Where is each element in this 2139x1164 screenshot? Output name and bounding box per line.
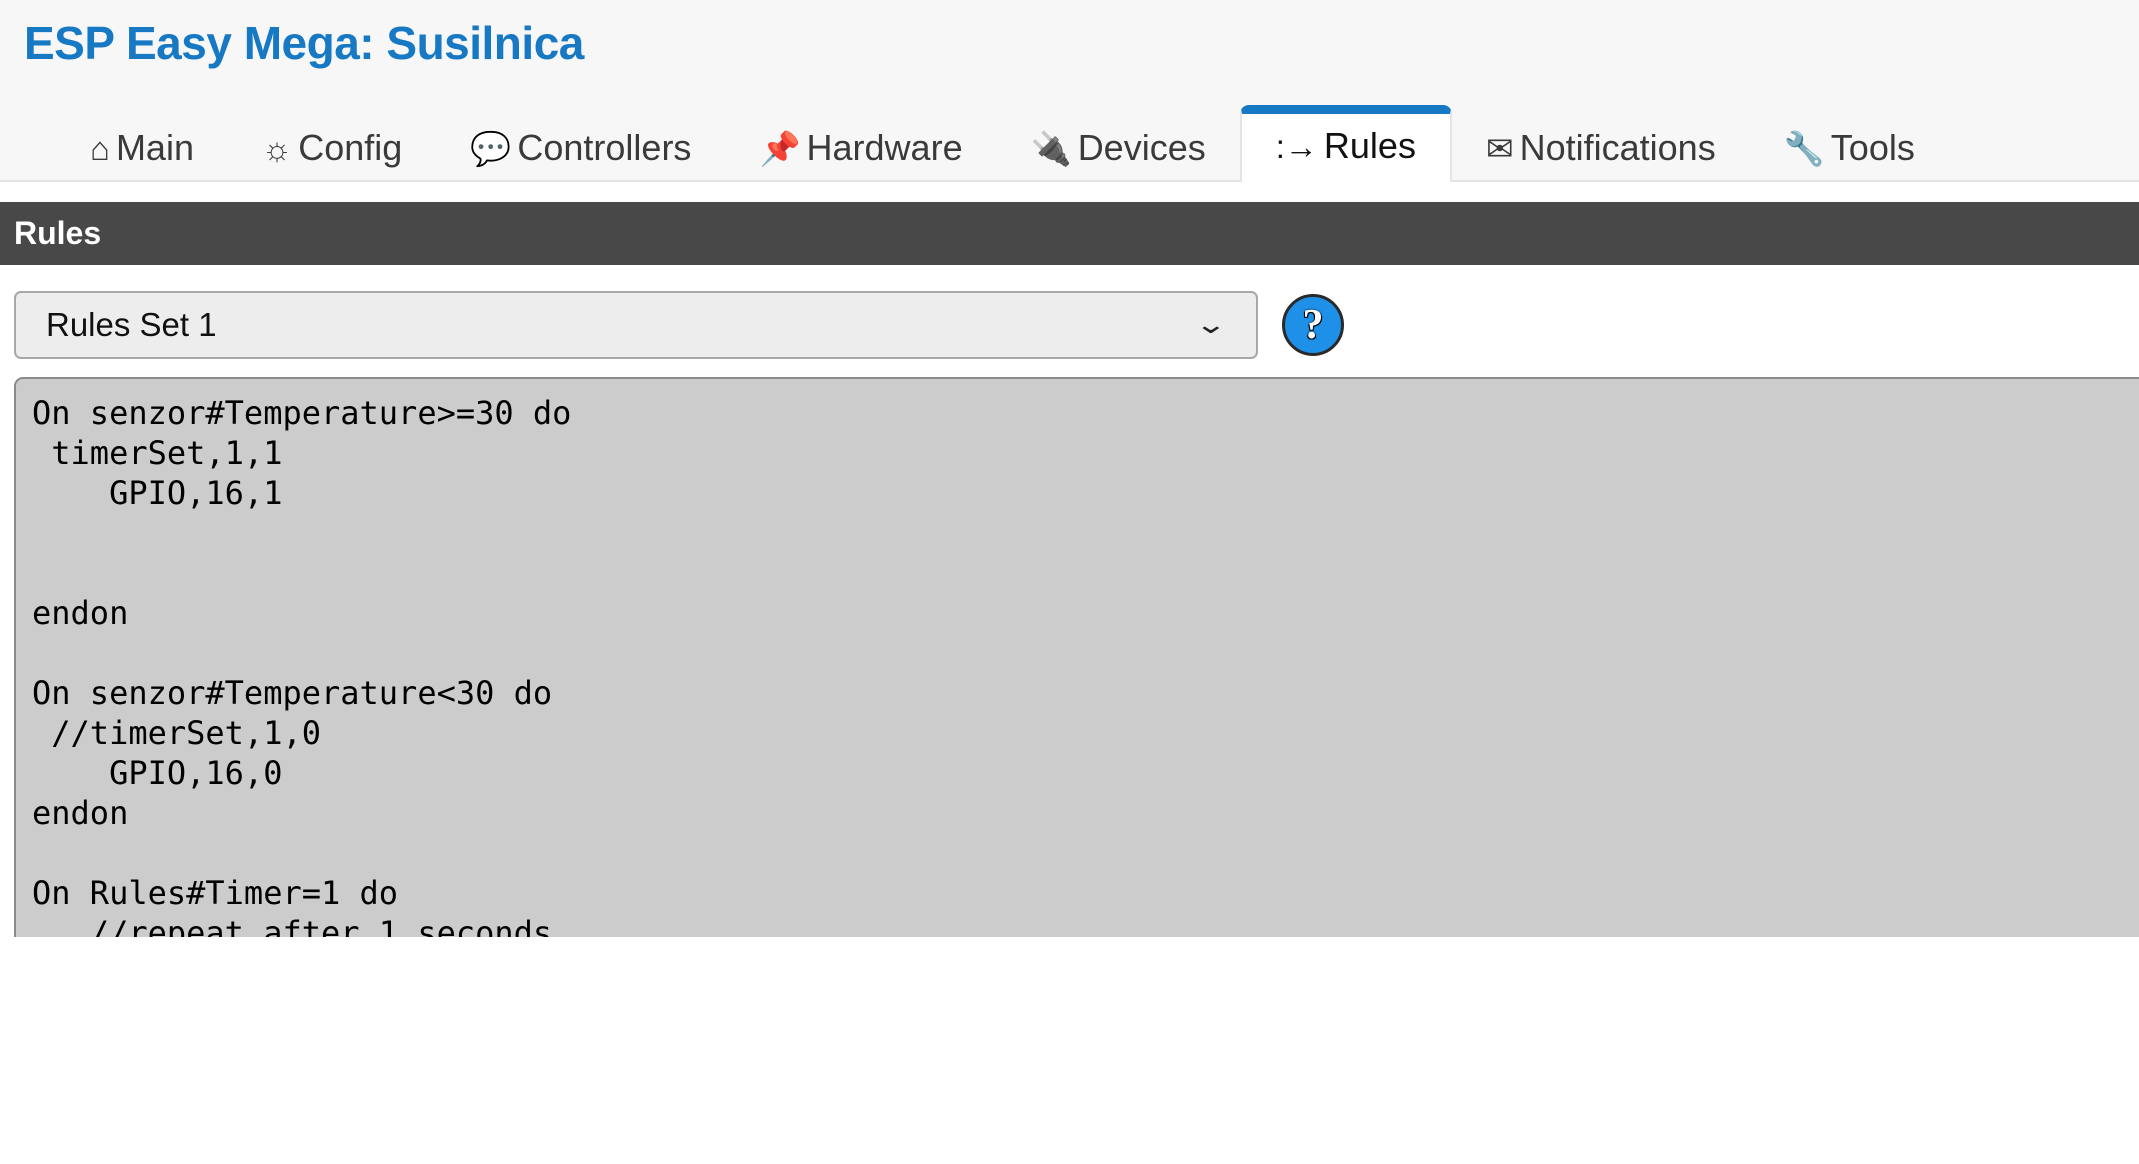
tab-rules[interactable]: :→ Rules xyxy=(1239,105,1452,182)
envelope-icon: ✉ xyxy=(1485,129,1514,167)
gear-icon: ☼ xyxy=(261,129,293,167)
rules-controls-row: Rules Set 1 ⌄ ? xyxy=(0,264,2139,377)
ruleset-select[interactable]: Rules Set 1 ⌄ xyxy=(14,290,1258,359)
page-header: ESP Easy Mega: Susilnica xyxy=(0,0,2139,82)
tab-notifications-label: Notifications xyxy=(1519,127,1716,168)
page-title: ESP Easy Mega: Susilnica xyxy=(24,17,584,69)
tab-config-label: Config xyxy=(298,127,403,168)
speech-bubble-icon: 💬 xyxy=(470,129,512,167)
rules-editor-textarea[interactable]: On senzor#Temperature>=30 do timerSet,1,… xyxy=(14,376,2139,937)
tab-config[interactable]: ☼ Config xyxy=(228,107,436,182)
tab-tools-label: Tools xyxy=(1830,127,1915,168)
ruleset-select-value: Rules Set 1 xyxy=(46,306,217,344)
tab-main-label: Main xyxy=(115,127,194,168)
question-mark-icon: ? xyxy=(1302,301,1324,348)
chevron-down-icon: ⌄ xyxy=(1194,309,1228,340)
plug-icon: 🔌 xyxy=(1030,129,1072,167)
wrench-icon: 🔧 xyxy=(1783,129,1825,167)
pushpin-icon: 📌 xyxy=(759,129,801,167)
tab-controllers[interactable]: 💬 Controllers xyxy=(436,107,725,182)
tab-devices-label: Devices xyxy=(1077,127,1206,168)
tab-main[interactable]: ⌂ Main xyxy=(56,107,228,182)
main-tab-bar: ⌂ Main ☼ Config 💬 Controllers 📌 Hardware… xyxy=(0,82,2139,182)
tab-rules-label: Rules xyxy=(1323,125,1416,166)
tab-tools[interactable]: 🔧 Tools xyxy=(1750,107,1949,182)
section-header-rules: Rules xyxy=(0,202,2139,265)
section-spacer xyxy=(0,182,2139,202)
tab-hardware[interactable]: 📌 Hardware xyxy=(725,107,996,182)
tab-controllers-label: Controllers xyxy=(517,127,692,168)
tab-hardware-label: Hardware xyxy=(806,127,963,168)
tab-devices[interactable]: 🔌 Devices xyxy=(997,107,1240,182)
help-button[interactable]: ? xyxy=(1282,293,1344,356)
rules-editor-wrap: On senzor#Temperature>=30 do timerSet,1,… xyxy=(0,376,2139,937)
home-icon: ⌂ xyxy=(90,129,110,167)
tab-notifications[interactable]: ✉ Notifications xyxy=(1452,107,1750,182)
arrow-rules-icon: :→ xyxy=(1275,127,1318,165)
